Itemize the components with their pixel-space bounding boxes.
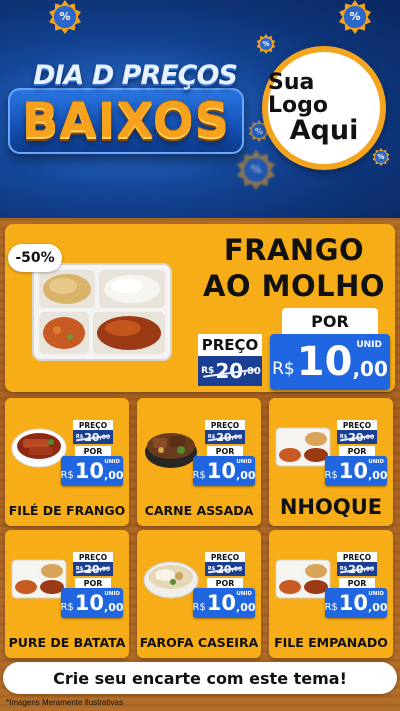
product-name: FILÉ DE FRANGO [8, 503, 126, 518]
header-banner: % % % % % % DIA D PREÇOS BAIXOS Sua Logo… [0, 0, 400, 218]
product-card[interactable]: PREÇOR$20,00PORUNIDR$10,00FILÉ DE FRANGO [5, 398, 129, 526]
old-price: R$20,00 [205, 430, 245, 444]
featured-product-name: FRANGO AO MOLHO [196, 232, 392, 304]
new-price-integer: 10 [74, 591, 105, 615]
percent-badge-icon: % [372, 148, 390, 166]
price-block: PREÇOR$20,00PORUNIDR$10,00 [324, 552, 391, 618]
new-price: UNID R$ 10,00 [60, 588, 124, 618]
roast-bowl-icon [145, 433, 197, 468]
unit-label: UNID [104, 459, 120, 465]
percent-badge-icon: % [338, 0, 372, 34]
unit-label: UNID [368, 591, 384, 597]
old-price: R$20,00 [337, 562, 377, 576]
new-price-cents: ,00 [368, 600, 388, 614]
old-price: R$20,00 [205, 562, 245, 576]
percent-badge-icon: % [48, 0, 82, 34]
new-price-integer: 10 [296, 339, 353, 385]
promo-title: DIA D PREÇOS BAIXOS [8, 60, 248, 160]
unit-label: UNID [236, 459, 252, 465]
old-price-label: PREÇO [198, 334, 262, 356]
new-price-cents: ,00 [352, 357, 388, 381]
new-price-cents: ,00 [104, 468, 124, 482]
new-price-integer: 10 [338, 459, 369, 483]
new-price-integer: 10 [338, 591, 369, 615]
old-price-label: PREÇO [205, 420, 245, 430]
new-price: UNID R$ 10,00 [60, 456, 124, 486]
discount-badge: -50% [8, 244, 62, 272]
new-price-currency: R$ [272, 359, 295, 379]
new-price-integer: 10 [206, 591, 237, 615]
title-line-1: DIA D PREÇOS [33, 60, 238, 91]
food-tray-icon [32, 263, 172, 361]
new-price-cents: ,00 [236, 600, 256, 614]
product-name: NHOQUE [279, 495, 383, 519]
new-price: UNID R$ 10,00 [324, 456, 388, 486]
featured-price-block: PREÇO R$20,00 POR UNID R$ 10 ,00 [196, 306, 392, 390]
disclaimer-text: *Imagens Meramente Ilustrativas [6, 698, 123, 707]
old-price-label: PREÇO [205, 552, 245, 562]
cta-banner[interactable]: Crie seu encarte com este tema! [3, 662, 397, 694]
new-price-currency: R$ [192, 469, 206, 481]
product-name: FILE EMPANADO [274, 635, 388, 650]
new-price-cents: ,00 [236, 468, 256, 482]
old-price-label: PREÇO [337, 420, 377, 430]
new-price: UNID R$ 10,00 [324, 588, 388, 618]
steak-bowl-icon [11, 428, 67, 468]
new-price: UNID R$ 10,00 [192, 588, 256, 618]
new-price-integer: 10 [74, 459, 105, 483]
product-card[interactable]: PREÇOR$20,00PORUNIDR$10,00FAROFA CASEIRA [137, 530, 261, 658]
price-block: PREÇOR$20,00PORUNIDR$10,00 [60, 552, 127, 618]
old-price: R$20,00 [198, 356, 262, 386]
logo-text-line-2: Aqui [289, 114, 359, 146]
product-card[interactable]: PREÇOR$20,00PORUNIDR$10,00FILE EMPANADO [269, 530, 393, 658]
new-price-currency: R$ [324, 601, 338, 613]
old-price: R$20,00 [73, 430, 113, 444]
product-name: FAROFA CASEIRA [139, 635, 259, 650]
product-name: CARNE ASSADA [144, 503, 254, 518]
new-price-label: POR [282, 308, 378, 334]
food-tray-icon [11, 559, 67, 599]
product-card[interactable]: PREÇOR$20,00PORUNIDR$10,00NHOQUE [269, 398, 393, 526]
price-block: PREÇOR$20,00PORUNIDR$10,00 [60, 420, 127, 486]
new-price-cents: ,00 [368, 468, 388, 482]
product-name: PURE DE BATATA [8, 635, 126, 650]
new-price-currency: R$ [192, 601, 206, 613]
unit-label: UNID [236, 591, 252, 597]
old-price: R$20,00 [337, 430, 377, 444]
percent-badge-icon: % [256, 34, 276, 54]
new-price-currency: R$ [60, 601, 74, 613]
old-price-label: PREÇO [73, 420, 113, 430]
old-price: R$20,00 [73, 562, 113, 576]
price-block: PREÇOR$20,00PORUNIDR$10,00 [192, 420, 259, 486]
logo-placeholder[interactable]: Sua Logo Aqui [262, 46, 386, 170]
featured-name-line-1: FRANGO [223, 233, 365, 267]
logo-text-line-1: Sua Logo [268, 69, 328, 118]
product-card[interactable]: PREÇOR$20,00PORUNIDR$10,00PURE DE BATATA [5, 530, 129, 658]
unit-label: UNID [356, 340, 382, 350]
rice-bowl-icon [143, 561, 199, 599]
title-line-2: BAIXOS [21, 93, 231, 149]
new-price-cents: ,00 [104, 600, 124, 614]
old-price-label: PREÇO [73, 552, 113, 562]
new-price-integer: 10 [206, 459, 237, 483]
old-price-label: PREÇO [337, 552, 377, 562]
food-tray-icon [275, 559, 331, 599]
food-tray-icon [275, 427, 331, 467]
price-block: PREÇOR$20,00PORUNIDR$10,00 [324, 420, 391, 486]
new-price-currency: R$ [60, 469, 74, 481]
new-price: UNID R$ 10,00 [192, 456, 256, 486]
product-card[interactable]: PREÇOR$20,00PORUNIDR$10,00CARNE ASSADA [137, 398, 261, 526]
unit-label: UNID [368, 459, 384, 465]
new-price-currency: R$ [324, 469, 338, 481]
featured-name-line-2: AO MOLHO [202, 269, 386, 303]
unit-label: UNID [104, 591, 120, 597]
price-block: PREÇOR$20,00PORUNIDR$10,00 [192, 552, 259, 618]
new-price: UNID R$ 10 ,00 [270, 334, 390, 390]
